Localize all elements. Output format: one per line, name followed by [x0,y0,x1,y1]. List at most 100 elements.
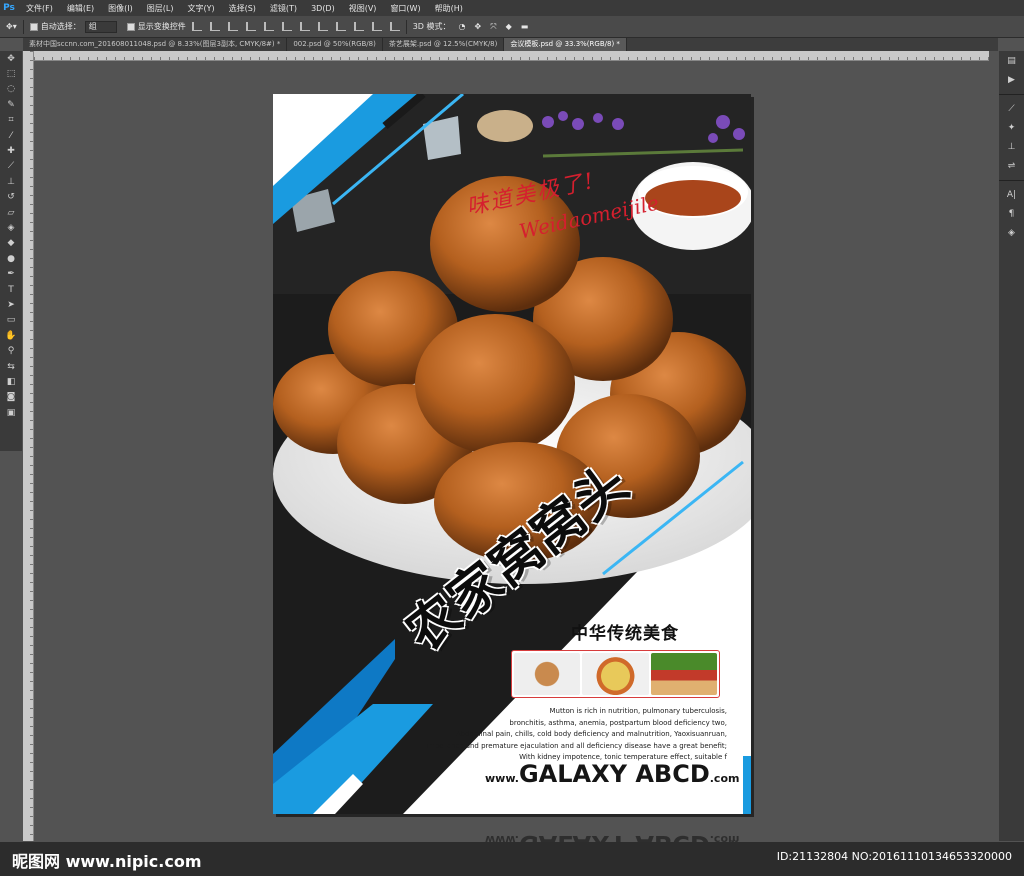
website-prefix-reflection: www. [485,833,519,842]
menu-type[interactable]: 文字(Y) [187,3,214,14]
menu-help[interactable]: 帮助(H) [435,3,463,14]
poster-subtitle: 中华传统美食 [571,624,679,644]
shape-tool-icon[interactable]: ▭ [0,313,22,328]
divider [405,19,407,34]
brush-panel-icon[interactable]: ⟋ [999,99,1024,118]
dish-photo [514,653,581,695]
3d-panel-icon[interactable]: ◈ [999,223,1024,242]
zoom-tool-icon[interactable]: ⚲ [0,343,22,358]
poster-document[interactable]: 味道美极了! Weidaomeijile 农家窝窝头 中华传统美食 Mutton… [273,94,751,814]
align-center-icon[interactable] [263,22,274,31]
quick-select-tool-icon[interactable]: ✎ [0,97,22,112]
distribute-middle-icon[interactable] [317,22,328,31]
brush-presets-icon[interactable]: ✦ [999,118,1024,137]
menu-select[interactable]: 选择(S) [229,3,256,14]
brush-tool-icon[interactable]: ⟋ [0,159,22,174]
quick-mask-icon[interactable]: ◙ [0,390,22,405]
paragraph-panel-icon[interactable]: ¶ [999,204,1024,223]
tab-doc-3[interactable]: 茶艺展架.psd @ 12.5%(CMYK/8) [383,38,505,51]
menu-image[interactable]: 图像(I) [108,3,133,14]
poster-reflection: www.GALAXY ABCD.com [273,818,751,842]
website-url: www.GALAXY ABCD.com [485,760,739,788]
align-top-icon[interactable] [191,22,202,31]
website-suffix-reflection: .com [709,833,740,842]
menu-file[interactable]: 文件(F) [26,3,53,14]
vertical-ruler [23,51,34,841]
align-middle-icon[interactable] [209,22,220,31]
healing-tool-icon[interactable]: ✚ [0,143,22,158]
photoshop-window: Ps 文件(F) 编辑(E) 图像(I) 图层(L) 文字(Y) 选择(S) 滤… [0,0,1024,876]
dodge-tool-icon[interactable]: ● [0,251,22,266]
lasso-tool-icon[interactable]: ◌ [0,82,22,97]
3d-mode-label: 3D 模式： [412,22,451,31]
dish-photo [582,653,649,695]
menu-3d[interactable]: 3D(D) [311,4,335,13]
clone-source-icon[interactable]: ⊥ [999,137,1024,156]
align-buttons [191,22,400,31]
blur-tool-icon[interactable]: ◆ [0,236,22,251]
dish-photo-strip [511,650,720,698]
document-tabs: 素材中国sccnn.com_201608011048.psd @ 8.33%(图… [23,38,998,51]
divider [999,175,1024,181]
distribute-center-icon[interactable] [371,22,382,31]
tab-doc-2[interactable]: 002.psd @ 50%(RGB/8) [287,38,383,51]
options-bar: ✥▾ 自动选择： 组 显示变换控件 3D 模式： ◔✥⤧◆▬ [0,16,1024,38]
character-panel-icon[interactable]: A| [999,185,1024,204]
divider [999,89,1024,95]
description-line: Abdominal pain, chills, cold body defici… [455,730,727,738]
hand-tool-icon[interactable]: ✋ [0,328,22,343]
type-tool-icon[interactable]: T [0,282,22,297]
move-tool-icon[interactable]: ✥▾ [6,22,17,31]
screen-mode-icon[interactable]: ▣ [0,405,22,420]
path-select-tool-icon[interactable]: ➤ [0,297,22,312]
distribute-bottom-icon[interactable] [335,22,346,31]
color-swatches-icon[interactable]: ◧ [0,374,22,389]
photoshop-logo-icon: Ps [3,3,15,13]
panel-dock: ▤ ▶ ⟋ ✦ ⊥ ⇌ A| ¶ ◈ [999,51,1024,841]
description-line: impotence and premature ejaculation and … [426,741,727,750]
website-suffix: .com [709,772,740,785]
show-transform-label: 显示变换控件 [137,22,186,31]
history-panel-icon[interactable]: ▤ [999,51,1024,70]
pen-tool-icon[interactable]: ✒ [0,266,22,281]
distribute-left-icon[interactable] [353,22,364,31]
paint-bucket-tool-icon[interactable]: ◈ [0,220,22,235]
menu-layer[interactable]: 图层(L) [147,3,174,14]
tab-doc-1[interactable]: 素材中国sccnn.com_201608011048.psd @ 8.33%(图… [23,38,288,51]
menu-bar: Ps 文件(F) 编辑(E) 图像(I) 图层(L) 文字(Y) 选择(S) 滤… [0,0,1024,16]
stamp-tool-icon[interactable]: ⊥ [0,174,22,189]
eyedropper-tool-icon[interactable]: ⁄ [0,128,22,143]
watermark-bar: 昵图网 www.nipic.com ID:21132804 NO:2016111… [0,842,1024,876]
adjustments-icon[interactable]: ⇌ [999,156,1024,175]
description-line: bronchitis, asthma, anemia, postpartum b… [509,718,727,727]
canvas-area[interactable]: 味道美极了! Weidaomeijile 农家窝窝头 中华传统美食 Mutton… [34,62,998,842]
horizontal-ruler [34,51,989,61]
watermark-site: 昵图网 www.nipic.com [12,852,202,871]
website-reflection: www.GALAXY ABCD.com [485,830,739,842]
actions-panel-icon[interactable]: ▶ [999,70,1024,89]
distribute-right-icon[interactable] [389,22,400,31]
auto-select-checkbox[interactable] [29,22,38,31]
marquee-tool-icon[interactable]: ⬚ [0,66,22,81]
website-main: GALAXY ABCD [518,760,710,788]
swap-colors-icon[interactable]: ⇆ [0,359,22,374]
align-right-icon[interactable] [281,22,292,31]
auto-select-label: 自动选择： [40,22,81,31]
eraser-tool-icon[interactable]: ▱ [0,205,22,220]
menu-edit[interactable]: 编辑(E) [67,3,94,14]
move-tool-icon[interactable]: ✥ [0,51,22,66]
menu-filter[interactable]: 滤镜(T) [270,3,297,14]
show-transform-checkbox[interactable] [126,22,135,31]
history-brush-tool-icon[interactable]: ↺ [0,190,22,205]
align-left-icon[interactable] [245,22,256,31]
menu-view[interactable]: 视图(V) [349,3,377,14]
website-main-reflection: GALAXY ABCD [519,830,710,842]
menu-window[interactable]: 窗口(W) [390,3,420,14]
divider [22,19,24,34]
auto-select-dropdown[interactable]: 组 [84,20,117,33]
align-bottom-icon[interactable] [227,22,238,31]
distribute-top-icon[interactable] [299,22,310,31]
tab-doc-4[interactable]: 会议模板.psd @ 33.3%(RGB/8) * [504,38,627,51]
crop-tool-icon[interactable]: ⌗ [0,113,22,128]
3d-mode-icons[interactable]: ◔✥⤧◆▬ [459,22,538,32]
